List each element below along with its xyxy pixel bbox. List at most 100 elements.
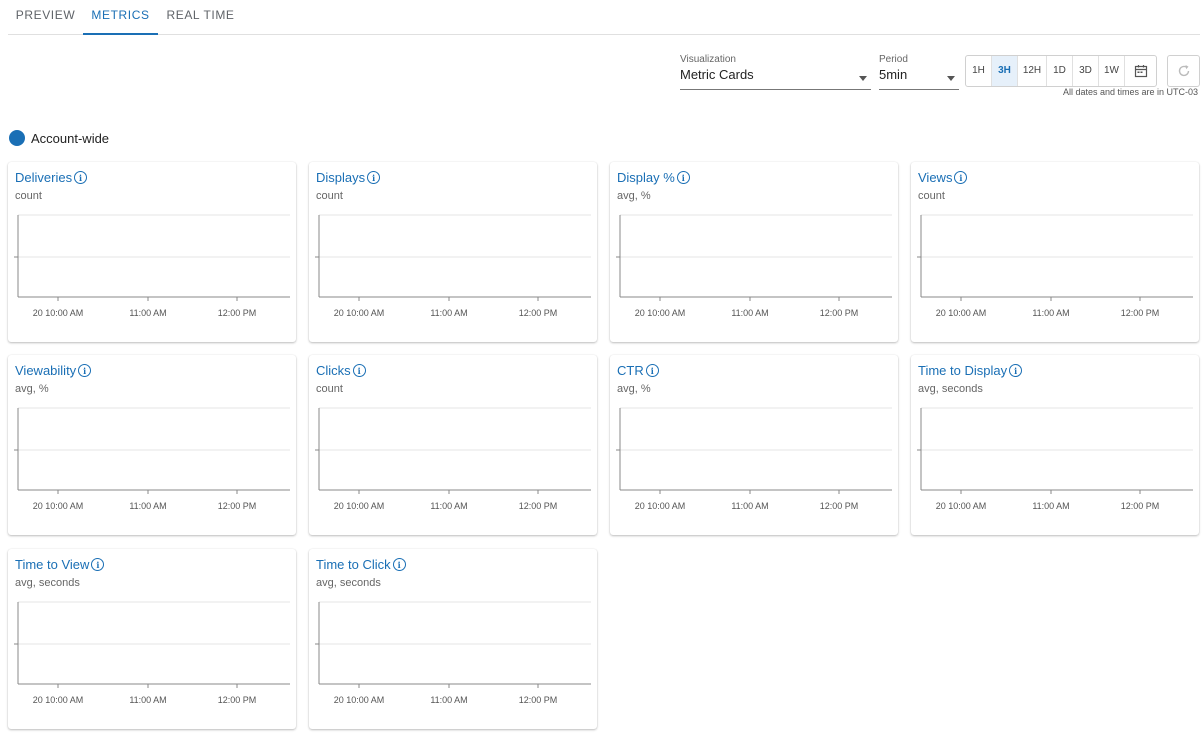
range-1w-button[interactable]: 1W <box>1099 56 1125 86</box>
x-tick-label: 12:00 PM <box>519 695 558 705</box>
info-icon[interactable]: i <box>352 364 366 377</box>
metric-card-title[interactable]: Display % i <box>617 170 690 185</box>
info-icon[interactable]: i <box>645 364 659 377</box>
account-label: Account-wide <box>31 130 110 146</box>
tab-metrics[interactable]: METRICS <box>83 0 158 35</box>
metric-card-subtitle: count <box>316 190 343 202</box>
tab-bar: PREVIEW METRICS REAL TIME <box>8 0 1200 35</box>
info-icon[interactable]: i <box>954 171 968 184</box>
metric-card: Viewability i avg, % 20 10:00 AM 11:00 AM 12:… <box>8 355 296 535</box>
metric-card-title[interactable]: Clicks i <box>316 363 366 378</box>
metric-card-title[interactable]: Time to Click i <box>316 557 406 572</box>
metric-card-subtitle: avg, % <box>617 383 651 395</box>
metric-chart: 20 10:00 AM 11:00 AM 12:00 PM <box>315 407 591 511</box>
visualization-value: Metric Cards <box>680 67 754 82</box>
info-icon[interactable]: i <box>676 171 690 184</box>
x-tick-label: 11:00 AM <box>430 308 467 318</box>
metric-title-text: Viewability <box>15 363 77 378</box>
metric-chart: 20 10:00 AM 11:00 AM 12:00 PM <box>315 214 591 318</box>
account-color-dot <box>9 130 25 146</box>
metric-title-text: Time to Click <box>316 557 391 572</box>
calendar-button[interactable] <box>1125 56 1156 86</box>
info-icon[interactable]: i <box>1009 364 1023 377</box>
x-tick-label: 20 10:00 AM <box>33 695 84 705</box>
metric-card: Clicks i count 20 10:00 AM 11:00 AM 12:00 PM <box>309 355 597 535</box>
x-tick-label: 12:00 PM <box>218 308 257 318</box>
chevron-down-icon <box>947 76 955 81</box>
x-tick-label: 11:00 AM <box>430 695 467 705</box>
metric-chart: 20 10:00 AM 11:00 AM 12:00 PM <box>315 601 591 705</box>
metric-card-title[interactable]: CTR i <box>617 363 659 378</box>
metric-card: Views i count 20 10:00 AM 11:00 AM 12:00 PM <box>911 162 1199 342</box>
x-tick-label: 12:00 PM <box>820 308 859 318</box>
x-tick-label: 12:00 PM <box>820 501 859 511</box>
chevron-down-icon <box>859 76 867 81</box>
x-tick-label: 11:00 AM <box>129 501 166 511</box>
metric-card-title[interactable]: Time to Display i <box>918 363 1023 378</box>
x-tick-label: 11:00 AM <box>1032 501 1069 511</box>
range-1d-button[interactable]: 1D <box>1047 56 1073 86</box>
range-12h-button[interactable]: 12H <box>1018 56 1047 86</box>
metric-title-text: Display % <box>617 170 675 185</box>
refresh-icon <box>1178 65 1189 77</box>
metric-chart: 20 10:00 AM 11:00 AM 12:00 PM <box>917 407 1193 511</box>
x-tick-label: 12:00 PM <box>519 501 558 511</box>
info-icon[interactable]: i <box>367 171 381 184</box>
metric-title-text: Views <box>918 170 953 185</box>
metric-card-subtitle: avg, % <box>617 190 651 202</box>
metric-card: Time to Click i avg, seconds 20 10:00 AM 11:… <box>309 549 597 729</box>
metric-card-title[interactable]: Views i <box>918 170 968 185</box>
info-icon[interactable]: i <box>91 558 105 571</box>
period-label: Period <box>879 54 908 65</box>
metric-chart: 20 10:00 AM 11:00 AM 12:00 PM <box>14 601 290 705</box>
metric-card-title[interactable]: Deliveries i <box>15 170 88 185</box>
metric-card: Time to Display i avg, seconds 20 10:00 AM 1… <box>911 355 1199 535</box>
range-1h-button[interactable]: 1H <box>966 56 992 86</box>
metric-card-subtitle: count <box>918 190 945 202</box>
x-tick-label: 11:00 AM <box>129 695 166 705</box>
tab-real-time[interactable]: REAL TIME <box>158 0 243 34</box>
metric-title-text: Deliveries <box>15 170 73 185</box>
range-3h-button[interactable]: 3H <box>992 56 1018 86</box>
info-icon[interactable]: i <box>78 364 92 377</box>
metric-card-title[interactable]: Viewability i <box>15 363 92 378</box>
x-tick-label: 20 10:00 AM <box>33 501 84 511</box>
metric-title-text: Time to Display <box>918 363 1008 378</box>
visualization-select[interactable]: Visualization Metric Cards <box>680 54 871 90</box>
metric-chart: 20 10:00 AM 11:00 AM 12:00 PM <box>917 214 1193 318</box>
x-tick-label: 12:00 PM <box>1121 308 1160 318</box>
period-select[interactable]: Period 5min <box>879 54 959 90</box>
metric-card-subtitle: avg, % <box>15 383 49 395</box>
metric-card-subtitle: count <box>316 383 343 395</box>
metric-title-text: Displays <box>316 170 366 185</box>
x-tick-label: 11:00 AM <box>129 308 166 318</box>
info-icon[interactable]: i <box>392 558 406 571</box>
x-tick-label: 11:00 AM <box>731 501 768 511</box>
metric-card: Display % i avg, % 20 10:00 AM 11:00 AM 12:00… <box>610 162 898 342</box>
timezone-note: All dates and times are in UTC-03 <box>1062 87 1198 97</box>
x-tick-label: 20 10:00 AM <box>936 308 987 318</box>
metric-card: Displays i count 20 10:00 AM 11:00 AM 12:00 P… <box>309 162 597 342</box>
tab-preview[interactable]: PREVIEW <box>8 0 83 34</box>
metric-chart: 20 10:00 AM 11:00 AM 12:00 PM <box>616 214 892 318</box>
account-wide-legend: Account-wide <box>9 130 109 146</box>
calendar-icon <box>1134 65 1147 78</box>
info-icon[interactable]: i <box>74 171 88 184</box>
refresh-button[interactable] <box>1167 55 1200 87</box>
metric-title-text: Clicks <box>316 363 351 378</box>
visualization-label: Visualization <box>680 54 736 65</box>
metric-card: Deliveries i count 20 10:00 AM 11:00 AM 12:00… <box>8 162 296 342</box>
x-tick-label: 11:00 AM <box>1032 308 1069 318</box>
range-3d-button[interactable]: 3D <box>1073 56 1099 86</box>
time-range-group: 1H 3H 12H 1D 3D 1W <box>965 55 1157 87</box>
metric-card-title[interactable]: Displays i <box>316 170 381 185</box>
metric-chart: 20 10:00 AM 11:00 AM 12:00 PM <box>14 407 290 511</box>
metric-card-subtitle: avg, seconds <box>918 383 983 395</box>
metric-title-text: Time to View <box>15 557 90 572</box>
metric-title-text: CTR <box>617 363 644 378</box>
x-tick-label: 20 10:00 AM <box>334 695 385 705</box>
x-tick-label: 20 10:00 AM <box>936 501 987 511</box>
x-tick-label: 12:00 PM <box>218 695 257 705</box>
metric-card: CTR i avg, % 20 10:00 AM 11:00 AM 12:00 PM <box>610 355 898 535</box>
metric-card-title[interactable]: Time to View i <box>15 557 105 572</box>
